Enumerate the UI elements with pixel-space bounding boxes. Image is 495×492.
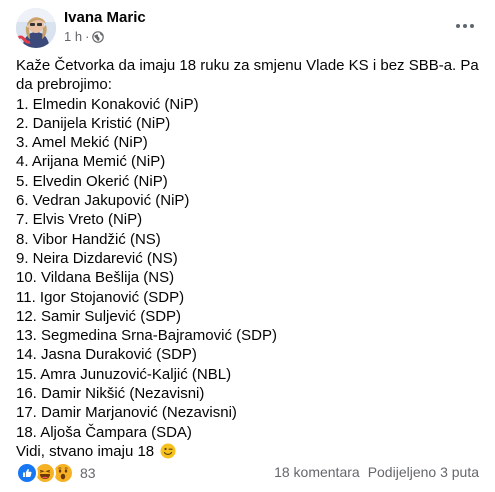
list-item: 16. Damir Nikšić (Nezavisni) bbox=[16, 385, 205, 403]
more-options-icon[interactable] bbox=[451, 12, 479, 40]
list-item: 11. Igor Stojanović (SDP) bbox=[16, 288, 185, 306]
reactions-summary[interactable]: 83 bbox=[16, 462, 96, 484]
avatar[interactable] bbox=[16, 8, 56, 48]
post-header: Ivana Maric 1 h · bbox=[16, 8, 479, 48]
list-item: 1. Elmedin Konaković (NiP) bbox=[16, 95, 199, 113]
shares-count-link[interactable]: Podijeljeno 3 puta bbox=[368, 464, 479, 480]
post-line: da prebrojimo: bbox=[16, 76, 112, 94]
post-closing-line: Vidi, stvano imaju 18 bbox=[16, 442, 484, 461]
avatar-image bbox=[16, 8, 56, 48]
post-footer: 83 18 komentara Podijeljeno 3 puta bbox=[16, 462, 479, 486]
list-item: 17. Damir Marjanović (Nezavisni) bbox=[16, 404, 237, 422]
post-timestamp[interactable]: 1 h bbox=[64, 29, 82, 44]
list-item: 5. Elvedin Okerić (NiP) bbox=[16, 172, 168, 190]
list-item: 12. Samir Suljević (SDP) bbox=[16, 307, 182, 325]
list-item: 8. Vibor Handžić (NS) bbox=[16, 230, 161, 248]
list-item: 14. Jasna Duraković (SDP) bbox=[16, 346, 197, 364]
post-stats: 18 komentara Podijeljeno 3 puta bbox=[274, 464, 479, 480]
list-item: 4. Arijana Memić (NiP) bbox=[16, 153, 166, 171]
list-item: 6. Vedran Jakupović (NiP) bbox=[16, 192, 190, 210]
post-line: Kaže Četvorka da imaju 18 ruku za smjenu… bbox=[16, 57, 479, 74]
post-text: Kaže Četvorka da imaju 18 ruku za smjenu… bbox=[16, 56, 484, 461]
author-name[interactable]: Ivana Maric bbox=[64, 9, 146, 26]
list-item: 18. Aljoša Čampara (SDA) bbox=[16, 423, 192, 441]
list-item: 7. Elvis Vreto (NiP) bbox=[16, 211, 143, 229]
post-meta: 1 h · bbox=[64, 29, 105, 44]
closing-text: Vidi, stvano imaju 18 bbox=[16, 442, 155, 460]
meta-separator: · bbox=[85, 29, 90, 44]
comments-count-link[interactable]: 18 komentara bbox=[274, 464, 360, 480]
globe-icon[interactable] bbox=[92, 30, 105, 43]
facebook-post: Ivana Maric 1 h · Kaže Četvorka da imaju… bbox=[0, 0, 495, 492]
list-item: 9. Neira Dizdarević (NS) bbox=[16, 249, 178, 267]
reaction-count: 83 bbox=[80, 465, 96, 481]
list-item: 3. Amel Mekić (NiP) bbox=[16, 134, 148, 152]
list-item: 2. Danijela Kristić (NiP) bbox=[16, 114, 171, 132]
list-item: 13. Segmedina Srna-Bajramović (SDP) bbox=[16, 327, 277, 345]
like-reaction-icon bbox=[16, 462, 38, 484]
list-item: 15. Amra Junuzović-Kaljić (NBL) bbox=[16, 365, 232, 383]
wink-emoji-icon bbox=[160, 443, 176, 459]
list-item: 10. Vildana Bešlija (NS) bbox=[16, 269, 175, 287]
